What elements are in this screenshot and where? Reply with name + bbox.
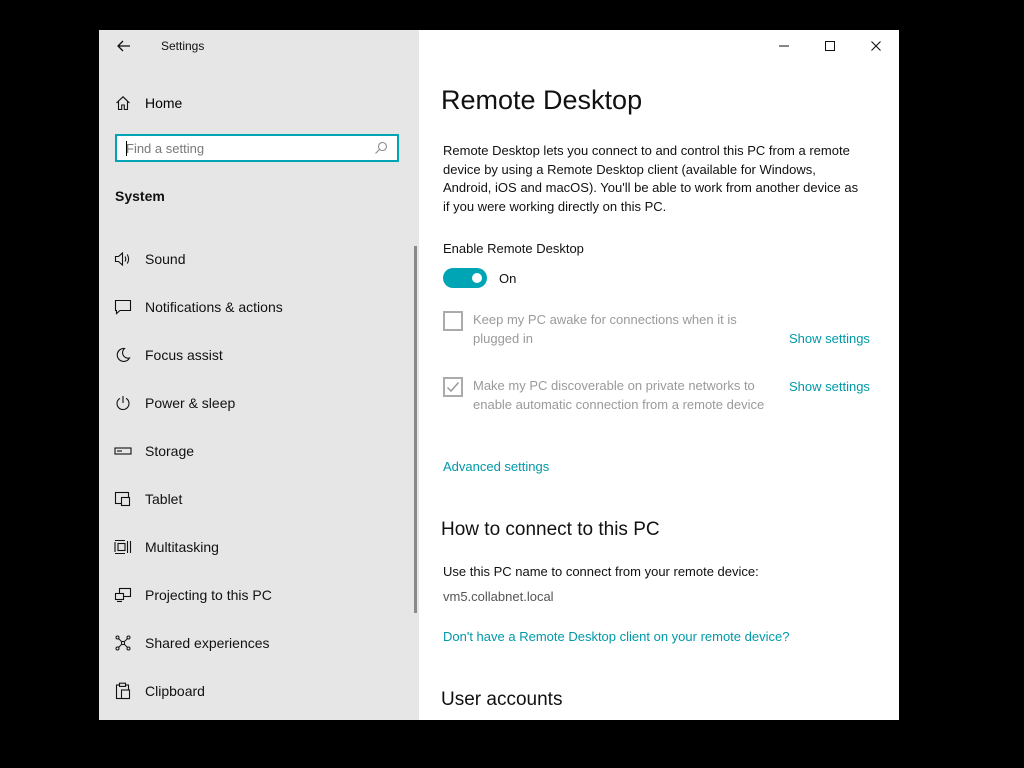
sidebar-item-shared-experiences[interactable]: Shared experiences	[99, 619, 409, 667]
sidebar-item-label: Clipboard	[145, 683, 205, 699]
moon-icon	[114, 346, 132, 364]
connect-instruction: Use this PC name to connect from your re…	[443, 564, 759, 579]
notification-icon	[114, 298, 132, 316]
sidebar-item-label: Home	[145, 95, 183, 111]
storage-icon	[114, 442, 132, 460]
section-title: System	[115, 188, 165, 204]
enable-remote-desktop-toggle[interactable]	[443, 268, 487, 288]
sidebar-item-notifications[interactable]: Notifications & actions	[99, 283, 409, 331]
description: Remote Desktop lets you connect to and c…	[443, 143, 859, 214]
advanced-settings-link[interactable]: Advanced settings	[443, 459, 549, 474]
pc-name: vm5.collabnet.local	[443, 589, 554, 604]
sidebar-item-label: Power & sleep	[145, 395, 236, 411]
sidebar-item-label: Projecting to this PC	[145, 587, 272, 603]
settings-window: Settings Home System Sound	[99, 30, 899, 720]
multitasking-icon	[114, 538, 132, 556]
power-icon	[114, 394, 132, 412]
sidebar-item-power-sleep[interactable]: Power & sleep	[99, 379, 409, 427]
sidebar-item-label: Focus assist	[145, 347, 223, 363]
option-text: Make my PC discoverable on private netwo…	[473, 378, 765, 412]
back-button[interactable]	[109, 34, 139, 58]
page-title: Remote Desktop	[441, 85, 643, 115]
sidebar-item-label: Sound	[145, 251, 186, 267]
enable-remote-desktop-label: Enable Remote Desktop	[443, 241, 584, 256]
option-discoverable: Make my PC discoverable on private netwo…	[443, 377, 783, 414]
sidebar-scrollbar[interactable]	[414, 246, 417, 613]
show-settings-link-keep-awake[interactable]: Show settings	[789, 331, 870, 346]
toggle-knob	[472, 273, 482, 283]
sidebar-item-projecting[interactable]: Projecting to this PC	[99, 571, 409, 619]
sidebar-item-label: Multitasking	[145, 539, 219, 555]
checkmark-icon	[446, 382, 460, 393]
sidebar-item-sound[interactable]: Sound	[99, 235, 409, 283]
option-text: Keep my PC awake for connections when it…	[473, 312, 737, 346]
search-icon[interactable]	[371, 138, 391, 158]
speaker-icon	[114, 250, 132, 268]
sidebar-item-label: Tablet	[145, 491, 183, 507]
sidebar-item-storage[interactable]: Storage	[99, 427, 409, 475]
back-arrow-icon	[117, 40, 130, 52]
sidebar: Settings Home System Sound	[99, 30, 419, 720]
main-content: Remote Desktop Remote Desktop lets you c…	[419, 30, 899, 720]
option-keep-awake: Keep my PC awake for connections when it…	[443, 311, 783, 348]
shared-experiences-icon	[114, 634, 132, 652]
show-settings-link-discoverable[interactable]: Show settings	[789, 379, 870, 394]
sidebar-item-home[interactable]: Home	[115, 93, 182, 113]
nav-list: Sound Notifications & actions Focus assi…	[99, 235, 409, 715]
search-input[interactable]	[117, 137, 371, 159]
sidebar-item-label: Shared experiences	[145, 635, 270, 651]
clipboard-icon	[114, 682, 132, 700]
app-title: Settings	[161, 39, 205, 53]
sidebar-item-label: Storage	[145, 443, 195, 459]
sidebar-item-label: Notifications & actions	[145, 299, 283, 315]
sidebar-item-tablet[interactable]: Tablet	[99, 475, 409, 523]
sidebar-item-clipboard[interactable]: Clipboard	[99, 667, 409, 715]
toggle-state-label: On	[499, 271, 517, 286]
user-accounts-heading: User accounts	[441, 689, 563, 710]
search-box[interactable]	[115, 134, 399, 162]
discoverable-checkbox[interactable]	[443, 377, 463, 397]
projecting-icon	[114, 586, 132, 604]
sidebar-item-multitasking[interactable]: Multitasking	[99, 523, 409, 571]
get-client-link[interactable]: Don't have a Remote Desktop client on yo…	[443, 629, 789, 644]
text-caret	[126, 141, 127, 156]
home-icon	[116, 96, 130, 111]
keep-awake-checkbox[interactable]	[443, 311, 463, 331]
connect-heading: How to connect to this PC	[441, 519, 660, 540]
sidebar-item-focus-assist[interactable]: Focus assist	[99, 331, 409, 379]
tablet-icon	[114, 490, 132, 508]
